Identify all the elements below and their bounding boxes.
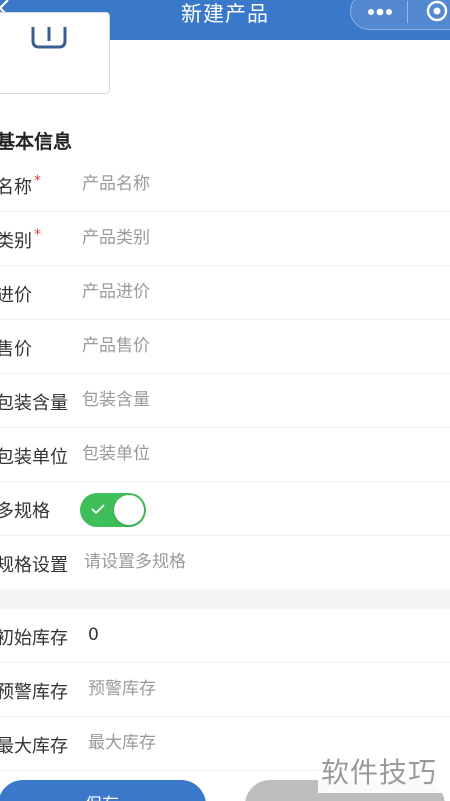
name-input[interactable] <box>82 170 422 198</box>
form-row-spec-settings: 规格设置 <box>0 536 450 590</box>
sale-price-label: 售价 <box>0 339 32 360</box>
category-input[interactable] <box>82 224 422 252</box>
form-row-category: 类别 * <box>0 212 450 266</box>
section-divider <box>0 589 450 609</box>
check-icon <box>91 504 105 515</box>
more-dots-icon[interactable] <box>367 5 393 19</box>
multi-spec-toggle[interactable] <box>80 493 146 527</box>
warning-stock-input[interactable] <box>88 675 428 703</box>
spec-settings-label: 规格设置 <box>0 555 68 576</box>
section-title-basic-info: 基本信息 <box>0 131 73 153</box>
field-label: 名称 * <box>0 173 41 199</box>
toggle-knob <box>114 495 144 525</box>
form-row-warning-stock: 预警库存 <box>0 663 450 717</box>
package-quantity-label: 包装含量 <box>0 393 68 414</box>
product-form-page: 新建产品 基本信息 名称* 类别* <box>0 0 450 801</box>
package-quantity-input[interactable] <box>82 386 422 414</box>
category-label: 类别 <box>0 231 32 252</box>
save-button[interactable]: 保存 <box>0 780 206 801</box>
warning-stock-label: 预警库存 <box>0 682 68 703</box>
form-row-multi-spec: 多规格 <box>0 482 450 536</box>
max-stock-label: 最大库存 <box>0 736 68 757</box>
initial-stock-label: 初始库存 <box>0 628 68 649</box>
required-mark: * <box>34 227 41 243</box>
required-mark: * <box>34 173 41 189</box>
cost-price-label: 进价 <box>0 285 32 306</box>
watermark-text: 软件技巧 <box>321 756 438 789</box>
watermark: 软件技巧 <box>318 745 450 793</box>
package-unit-input[interactable] <box>82 440 422 468</box>
mini-program-capsule <box>350 0 450 30</box>
form-row-package-unit: 包装单位 <box>0 428 450 482</box>
spec-settings-input[interactable] <box>84 548 424 576</box>
sale-price-input[interactable] <box>82 332 422 360</box>
form-row-name: 名称 * <box>0 158 450 212</box>
form-row-sale-price: 售价 <box>0 320 450 374</box>
close-target-icon[interactable] <box>425 0 449 23</box>
add-image-icon <box>31 27 67 49</box>
cost-price-input[interactable] <box>82 278 422 306</box>
capsule-divider <box>407 1 408 23</box>
form-row-cost-price: 进价 <box>0 266 450 320</box>
initial-stock-input[interactable] <box>88 621 428 649</box>
image-upload-box[interactable] <box>0 12 110 94</box>
form-row-package-quantity: 包装含量 <box>0 374 450 428</box>
field-label: 类别 * <box>0 227 41 253</box>
package-unit-label: 包装单位 <box>0 447 68 468</box>
name-label: 名称 <box>0 177 32 198</box>
form-row-initial-stock: 初始库存 <box>0 609 450 663</box>
multi-spec-label: 多规格 <box>0 501 50 522</box>
